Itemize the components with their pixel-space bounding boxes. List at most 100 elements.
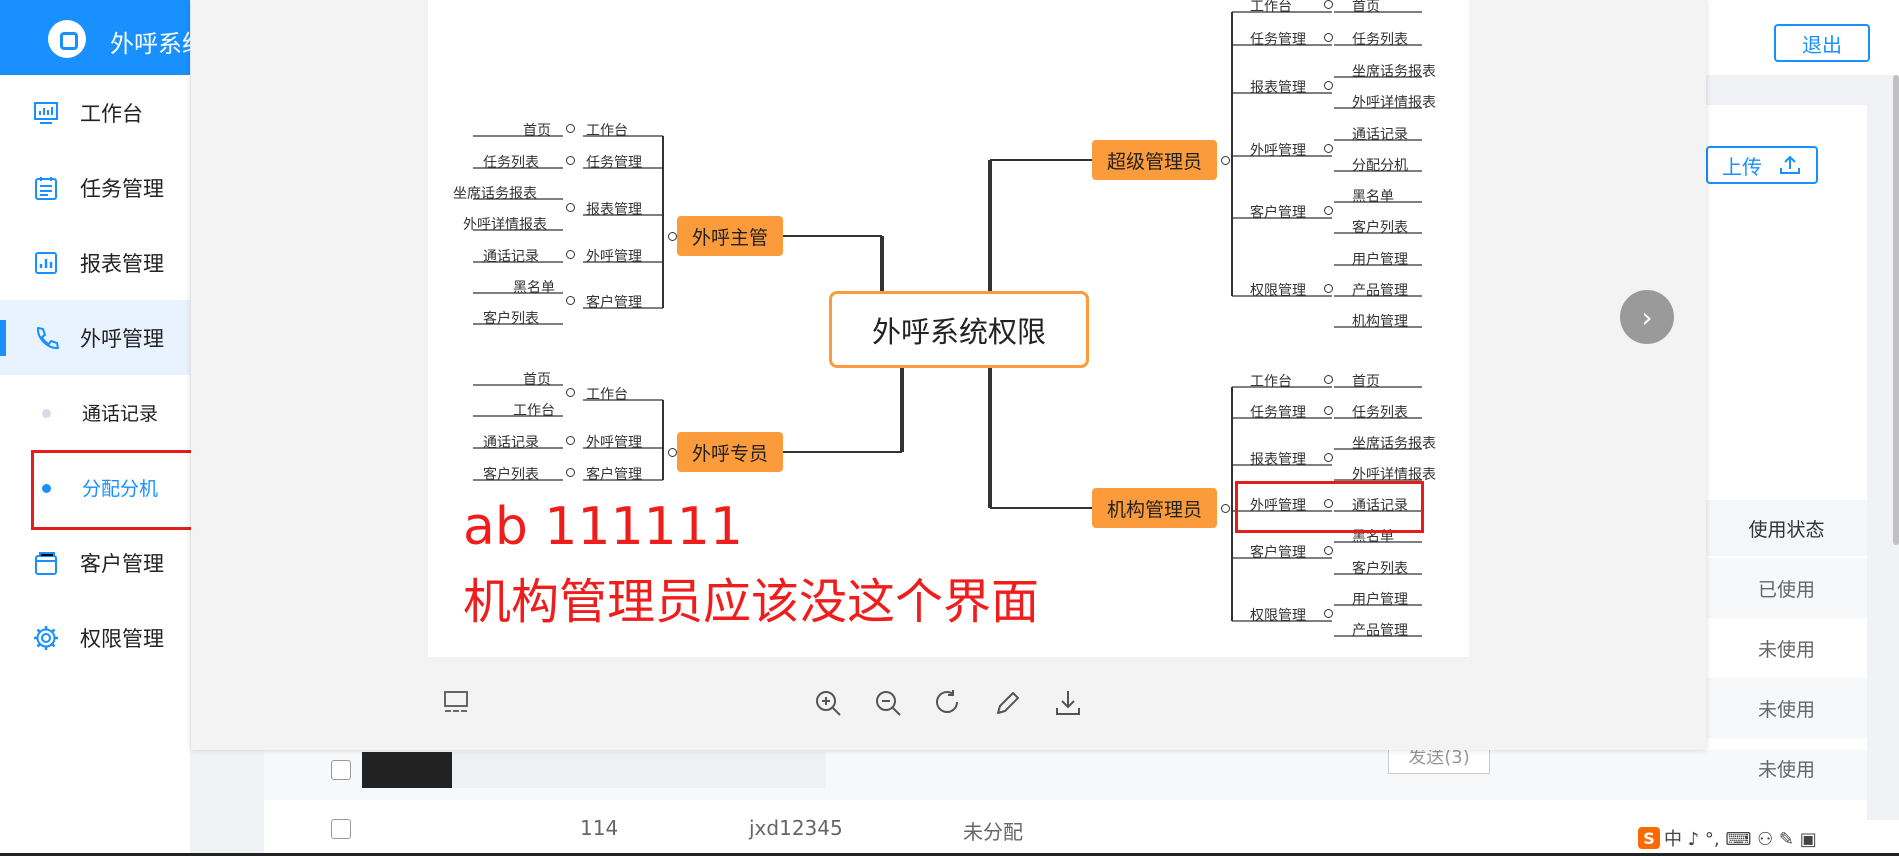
mindmap-leaf: 黑名单 [513, 280, 555, 296]
sidebar-item-label: 客户管理 [80, 551, 164, 576]
customer-icon [35, 551, 57, 575]
app-logo-icon [48, 20, 86, 58]
sidebar-subitem-call-records[interactable]: 通话记录 [0, 375, 190, 450]
thumbnail-toggle-icon[interactable] [443, 690, 469, 714]
row-account: jxd12345 [749, 816, 843, 840]
status-cell: 未使用 [1757, 758, 1815, 781]
mindmap-connector-dot [1324, 406, 1333, 415]
sidebar-item-label: 工作台 [80, 101, 143, 126]
mindmap-leaf: 通话记录 [1352, 127, 1408, 143]
ime-status: 中 ♪ °, ⌨ ⚇ ✎ ▣ [1664, 829, 1817, 850]
phone-icon [36, 326, 59, 349]
mindmap-leaf: 任务列表 [483, 155, 539, 171]
status-cell: 未使用 [1706, 678, 1867, 738]
mindmap-leaf: 权限管理 [1250, 608, 1306, 624]
mindmap-leaf: 黑名单 [1352, 189, 1394, 205]
mindmap-connector-dot [1324, 0, 1333, 9]
mindmap-leaf: 权限管理 [1250, 283, 1306, 299]
mindmap-leaf: 坐席话务报表 [1352, 436, 1436, 452]
mindmap-leaf: 外呼管理 [1250, 143, 1306, 159]
task-icon [35, 176, 57, 200]
mindmap-leaf: 通话记录 [483, 435, 539, 451]
mindmap-leaf: 客户列表 [483, 467, 539, 483]
annotation-text: ab 111111 [463, 497, 743, 557]
upload-label: 上传 [1722, 154, 1762, 179]
mindmap-connector-dot [1221, 156, 1230, 165]
mindmap-leaf: 分配分机 [1352, 158, 1408, 174]
row-checkbox[interactable] [331, 760, 351, 780]
mindmap-leaf: 外呼详情报表 [463, 217, 547, 233]
next-image-button[interactable]: › [1620, 290, 1674, 344]
mindmap-leaf: 坐席话务报表 [1352, 64, 1436, 80]
mindmap-leaf: 报表管理 [1250, 80, 1306, 96]
upload-button[interactable]: 上传 [1706, 146, 1818, 184]
mindmap-leaf: 任务列表 [1352, 32, 1408, 48]
mindmap-leaf: 客户管理 [586, 295, 642, 311]
sidebar-item-report[interactable]: 报表管理 [0, 225, 190, 300]
sidebar-item-outbound[interactable]: 外呼管理 [0, 300, 190, 375]
mindmap-connector-dot [1324, 206, 1333, 215]
mindmap-leaf: 首页 [1352, 374, 1380, 390]
mindmap-leaf: 首页 [523, 123, 551, 139]
logout-button[interactable]: 退出 [1774, 24, 1870, 62]
mindmap-leaf: 用户管理 [1352, 252, 1408, 268]
mindmap-leaf: 客户管理 [1250, 545, 1306, 561]
sogou-icon: S [1638, 827, 1660, 849]
table-row: 114 jxd12345 未分配 [264, 800, 1867, 856]
mindmap-connector-dot [566, 468, 575, 477]
sidebar-subitem-label: 通话记录 [82, 403, 159, 425]
sidebar-item-customer[interactable]: 客户管理 [0, 525, 190, 600]
mindmap-leaf: 任务列表 [1352, 405, 1408, 421]
mindmap-connector-dot [668, 448, 677, 457]
mindmap-connector-dot [1324, 609, 1333, 618]
mindmap-connector-dot [1324, 375, 1333, 384]
app-header-logo: 外呼系统 [0, 0, 206, 75]
ime-toolbar: S 中 ♪ °, ⌨ ⚇ ✎ ▣ [1630, 820, 1899, 856]
dashboard-icon [34, 101, 58, 124]
report-icon [35, 251, 57, 274]
chat-thumbnail-text [452, 752, 826, 788]
mindmap-connector-dot [668, 232, 677, 241]
mindmap-leaf: 外呼管理 [586, 435, 642, 451]
mindmap-leaf: 坐席话务报表 [453, 186, 537, 202]
mindmap-connector-dot [1324, 453, 1333, 462]
mindmap-leaf: 工作台 [1250, 0, 1292, 15]
mindmap-node-specialist: 外呼专员 [677, 432, 783, 472]
mindmap-node-super-admin: 超级管理员 [1092, 140, 1217, 180]
sidebar-item-task[interactable]: 任务管理 [0, 150, 190, 225]
edit-icon[interactable] [993, 688, 1023, 718]
mindmap-leaf: 机构管理 [1352, 314, 1408, 330]
mindmap-leaf: 首页 [1352, 0, 1380, 15]
chat-thumbnail [362, 752, 452, 788]
mindmap-leaf: 产品管理 [1352, 623, 1408, 639]
sidebar-item-permission[interactable]: 权限管理 [0, 600, 190, 675]
sidebar-item-label: 权限管理 [80, 626, 164, 651]
mindmap-leaf: 客户列表 [1352, 561, 1408, 577]
zoom-out-icon[interactable] [873, 688, 903, 718]
sidebar-item-workbench[interactable]: 工作台 [0, 75, 190, 150]
zoom-in-icon[interactable] [813, 688, 843, 718]
mindmap-connector-dot [566, 296, 575, 305]
rotate-icon[interactable] [933, 688, 963, 718]
row-checkbox[interactable] [331, 819, 351, 839]
row-id: 114 [580, 816, 619, 840]
mindmap-leaf: 用户管理 [1352, 592, 1408, 608]
sidebar-item-label: 任务管理 [80, 176, 164, 201]
download-icon[interactable] [1053, 688, 1083, 718]
chevron-right-icon: › [1641, 300, 1653, 334]
mindmap-node-supervisor: 外呼主管 [677, 216, 783, 256]
status-column-header: 使用状态 [1706, 500, 1867, 556]
mindmap-connector-dot [1324, 81, 1333, 90]
mindmap-leaf: 通话记录 [483, 249, 539, 265]
mindmap-connector-dot [566, 124, 575, 133]
mindmap-leaf: 工作台 [1250, 374, 1292, 390]
mindmap-connector-dot [1324, 33, 1333, 42]
mindmap-connector-dot [1324, 144, 1333, 153]
mindmap-leaf: 客户列表 [483, 311, 539, 327]
mindmap-leaf: 任务管理 [1250, 32, 1306, 48]
scrollbar[interactable] [1893, 75, 1899, 545]
status-cell: 已使用 [1706, 558, 1867, 618]
mindmap-connector-dot [566, 388, 575, 397]
mindmap-leaf: 任务管理 [1250, 405, 1306, 421]
mindmap-connector-dot [1221, 504, 1230, 513]
